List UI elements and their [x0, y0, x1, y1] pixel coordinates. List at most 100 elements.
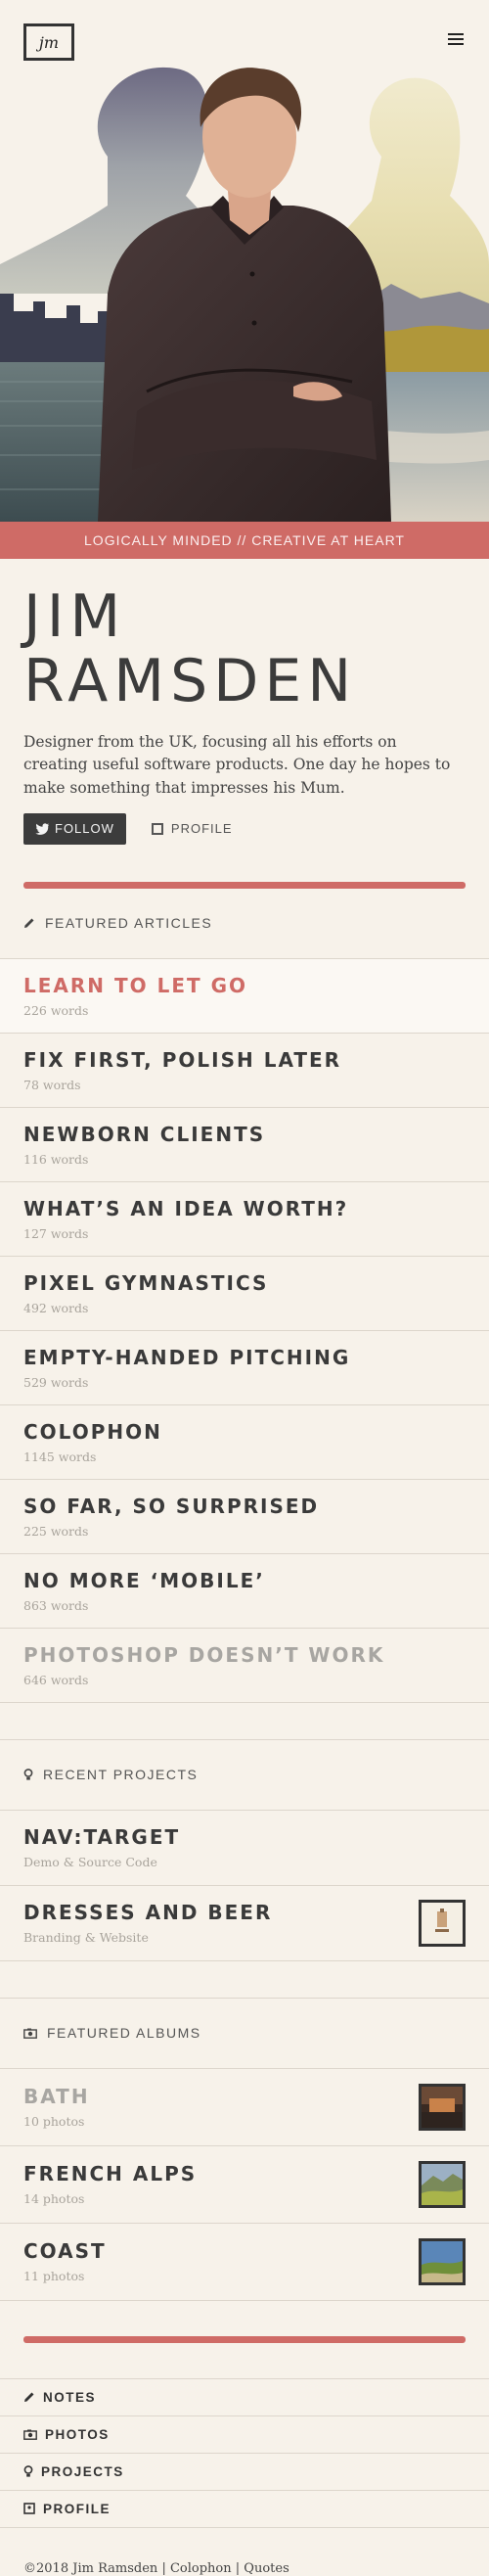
section-spacer [0, 1703, 489, 1740]
tagline-text: LOGICALLY MINDED // CREATIVE AT HEART [84, 532, 405, 548]
section-heading-label: RECENT PROJECTS [43, 1767, 199, 1783]
project-title: DRESSES AND BEER [23, 1901, 273, 1925]
album-photo-count: 14 photos [23, 2191, 85, 2207]
article-title: FIX FIRST, POLISH LATER [23, 1047, 342, 1072]
album-item[interactable]: FRENCH ALPS 14 photos [0, 2146, 489, 2224]
id-card-icon [23, 2503, 35, 2515]
featured-albums: FEATURED ALBUMS BATH 10 photos FRENCH AL… [0, 1999, 489, 2301]
article-word-count: 127 words [23, 1225, 89, 1241]
top-bar: jm [0, 0, 489, 78]
follow-button[interactable]: FOLLOW [23, 812, 126, 845]
album-title: FRENCH ALPS [23, 2162, 198, 2186]
project-subtitle: Branding & Website [23, 1930, 149, 1946]
article-item[interactable]: SO FAR, SO SURPRISED 225 words [0, 1480, 489, 1554]
article-item[interactable]: LEARN TO LET GO 226 words [0, 958, 489, 1034]
camera-icon [23, 2429, 37, 2440]
twitter-icon [35, 823, 49, 835]
footer-separator: | [161, 2560, 166, 2576]
colophon-link[interactable]: Colophon [170, 2561, 232, 2576]
article-item[interactable]: FIX FIRST, POLISH LATER 78 words [0, 1034, 489, 1108]
article-word-count: 863 words [23, 1597, 89, 1613]
lightbulb-icon [23, 2464, 33, 2478]
camera-icon [23, 2028, 37, 2039]
album-item[interactable]: BATH 10 photos [0, 2069, 489, 2146]
pencil-icon [23, 917, 35, 929]
article-item[interactable]: EMPTY-HANDED PITCHING 529 words [0, 1331, 489, 1405]
social-buttons: FOLLOW PROFILE [23, 812, 466, 845]
copyright-footer: ©2018 Jim Ramsden | Colophon | Quotes [0, 2528, 489, 2576]
footer-separator: | [235, 2560, 241, 2576]
article-word-count: 116 words [23, 1151, 89, 1167]
footer-nav: NOTES PHOTOS PROJECTS PROFILE [0, 2377, 489, 2528]
album-thumbnail[interactable] [419, 2160, 466, 2208]
accent-divider [23, 2335, 466, 2343]
article-item[interactable]: PIXEL GYMNASTICS 492 words [0, 1257, 489, 1331]
lightbulb-icon [23, 1768, 33, 1781]
copyright-year: ©2018 [23, 2560, 69, 2576]
project-subtitle: Demo & Source Code [23, 1855, 157, 1870]
article-item[interactable]: NO MORE ‘MOBILE’ 863 words [0, 1554, 489, 1629]
section-heading-label: FEATURED ALBUMS [47, 2025, 201, 2042]
album-title: BATH [23, 2085, 90, 2109]
album-photo-count: 11 photos [23, 2269, 85, 2284]
follow-label: FOLLOW [55, 821, 114, 837]
album-item[interactable]: COAST 11 photos [0, 2224, 489, 2301]
footer-nav-label: PROFILE [43, 2501, 111, 2516]
footer-nav-profile[interactable]: PROFILE [0, 2491, 489, 2528]
album-thumbnail[interactable] [419, 2237, 466, 2285]
article-title: SO FAR, SO SURPRISED [23, 1494, 320, 1518]
article-item[interactable]: COLOPHON 1145 words [0, 1405, 489, 1480]
quotes-link[interactable]: Quotes [244, 2561, 289, 2576]
section-heading-albums: FEATURED ALBUMS [0, 1999, 489, 2069]
project-item[interactable]: DRESSES AND BEER Branding & Website [0, 1886, 489, 1961]
accent-divider [23, 881, 466, 889]
article-title: WHAT’S AN IDEA WORTH? [23, 1196, 349, 1220]
article-item[interactable]: NEWBORN CLIENTS 116 words [0, 1108, 489, 1182]
intro-section: JIM RAMSDEN Designer from the UK, focusi… [0, 559, 489, 845]
article-title: EMPTY-HANDED PITCHING [23, 1345, 351, 1369]
article-title: NEWBORN CLIENTS [23, 1122, 266, 1146]
article-title: NO MORE ‘MOBILE’ [23, 1568, 265, 1592]
section-heading-articles: FEATURED ARTICLES [0, 889, 489, 959]
section-heading-projects: RECENT PROJECTS [0, 1740, 489, 1811]
profile-button[interactable]: PROFILE [151, 821, 233, 837]
album-photo-count: 10 photos [23, 2114, 85, 2130]
page-title: JIM RAMSDEN [23, 582, 358, 715]
footer-nav-projects[interactable]: PROJECTS [0, 2454, 489, 2491]
article-word-count: 646 words [23, 1672, 89, 1687]
footer-nav-label: NOTES [43, 2389, 97, 2405]
project-title: NAV:TARGET [23, 1825, 181, 1850]
recent-projects: RECENT PROJECTS NAV:TARGET Demo & Source… [0, 1740, 489, 1961]
bio-text: Designer from the UK, focusing all his e… [23, 733, 451, 797]
author-link[interactable]: Jim Ramsden [72, 2561, 157, 2576]
hamburger-icon[interactable] [448, 33, 464, 47]
footer-nav-photos[interactable]: PHOTOS [0, 2416, 489, 2454]
footer-nav-notes[interactable]: NOTES [0, 2379, 489, 2416]
article-word-count: 78 words [23, 1077, 81, 1092]
featured-articles: FEATURED ARTICLES LEARN TO LET GO 226 wo… [0, 889, 489, 1703]
site-logo[interactable]: jm [23, 23, 74, 61]
album-title: COAST [23, 2239, 107, 2264]
article-word-count: 225 words [23, 1523, 89, 1539]
article-word-count: 492 words [23, 1300, 89, 1315]
section-heading-label: FEATURED ARTICLES [45, 915, 213, 932]
tagline-bar: LOGICALLY MINDED // CREATIVE AT HEART [0, 522, 489, 559]
section-spacer [0, 1961, 489, 1999]
id-card-icon [151, 822, 163, 835]
article-word-count: 226 words [23, 1002, 89, 1018]
footer-nav-label: PROJECTS [41, 2463, 124, 2479]
profile-label: PROFILE [170, 821, 233, 837]
article-item[interactable]: PHOTOSHOP DOESN’T WORK 646 words [0, 1629, 489, 1703]
pencil-icon [23, 2391, 35, 2403]
project-thumbnail[interactable] [419, 1899, 466, 1947]
article-title: LEARN TO LET GO [23, 973, 248, 997]
article-title: PHOTOSHOP DOESN’T WORK [23, 1642, 385, 1667]
footer-nav-label: PHOTOS [45, 2426, 110, 2442]
album-thumbnail[interactable] [419, 2083, 466, 2131]
article-title: PIXEL GYMNASTICS [23, 1270, 269, 1295]
project-item[interactable]: NAV:TARGET Demo & Source Code [0, 1811, 489, 1886]
article-word-count: 1145 words [23, 1449, 97, 1464]
article-title: COLOPHON [23, 1419, 162, 1444]
article-item[interactable]: WHAT’S AN IDEA WORTH? 127 words [0, 1182, 489, 1257]
article-word-count: 529 words [23, 1374, 89, 1390]
